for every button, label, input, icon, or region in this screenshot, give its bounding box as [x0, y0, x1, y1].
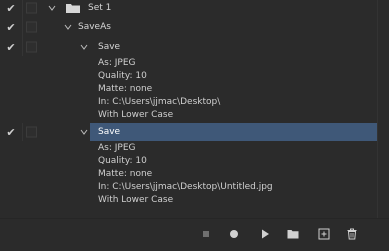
toggle-check-icon[interactable]: ✔ [0, 16, 22, 38]
command-row-selected[interactable]: ✔ Save [0, 123, 377, 141]
command-label: Save [98, 42, 121, 52]
column-divider [22, 38, 23, 56]
detail-quality: Quality: 10 [98, 70, 147, 81]
detail-in: In: C:\Users\jjmac\Desktop\ [98, 96, 221, 107]
action-row[interactable]: ✔ SaveAs [0, 16, 377, 38]
toggle-check-icon[interactable]: ✔ [0, 0, 22, 16]
detail-as: As: JPEG [98, 57, 136, 68]
detail-matte: Matte: none [98, 168, 153, 179]
detail-matte: Matte: none [98, 83, 153, 94]
delete-icon[interactable] [344, 226, 360, 242]
dialog-toggle[interactable] [26, 21, 37, 33]
column-divider [22, 16, 23, 38]
set-label: Set 1 [88, 3, 112, 13]
dialog-toggle[interactable] [26, 2, 37, 14]
record-icon[interactable] [226, 226, 242, 242]
chevron-down-icon[interactable] [46, 2, 58, 14]
dialog-toggle[interactable] [26, 126, 37, 138]
command-row[interactable]: ✔ Save [0, 38, 377, 56]
dialog-toggle[interactable] [26, 41, 37, 53]
detail-case: With Lower Case [98, 109, 174, 120]
detail-in: In: C:\Users\jjmac\Desktop\Untitled.jpg [98, 181, 273, 192]
command-detail: Matte: none [0, 82, 377, 95]
command-detail: In: C:\Users\jjmac\Desktop\ [0, 95, 377, 108]
command-detail: Quality: 10 [0, 154, 377, 167]
chevron-down-icon[interactable] [62, 21, 74, 33]
stop-icon[interactable] [198, 226, 214, 242]
command-detail: Quality: 10 [0, 69, 377, 82]
detail-quality: Quality: 10 [98, 155, 147, 166]
actions-toolbar [0, 218, 389, 251]
column-divider [22, 0, 23, 16]
detail-as: As: JPEG [98, 142, 136, 153]
detail-case: With Lower Case [98, 194, 174, 205]
play-icon[interactable] [257, 226, 273, 242]
column-divider [22, 123, 23, 141]
new-action-icon[interactable] [316, 226, 332, 242]
actions-list: ✔ Set 1 ✔ SaveAs ✔ Save As: JPEG Quality… [0, 0, 377, 218]
new-set-icon[interactable] [285, 226, 301, 242]
folder-icon [66, 4, 80, 13]
toggle-check-icon[interactable]: ✔ [0, 38, 22, 56]
command-detail: With Lower Case [0, 108, 377, 121]
chevron-down-icon[interactable] [78, 41, 90, 53]
command-detail: In: C:\Users\jjmac\Desktop\Untitled.jpg [0, 180, 377, 193]
command-detail: Matte: none [0, 167, 377, 180]
command-detail: With Lower Case [0, 193, 377, 206]
actions-panel: ✔ Set 1 ✔ SaveAs ✔ Save As: JPEG Quality… [0, 0, 389, 251]
chevron-down-icon[interactable] [78, 126, 90, 138]
set-row[interactable]: ✔ Set 1 [0, 0, 377, 16]
command-detail: As: JPEG [0, 56, 377, 69]
scrollbar[interactable] [377, 0, 389, 218]
command-label: Save [98, 127, 121, 137]
action-label: SaveAs [78, 22, 111, 32]
toggle-check-icon[interactable]: ✔ [0, 123, 22, 141]
command-detail: As: JPEG [0, 141, 377, 154]
